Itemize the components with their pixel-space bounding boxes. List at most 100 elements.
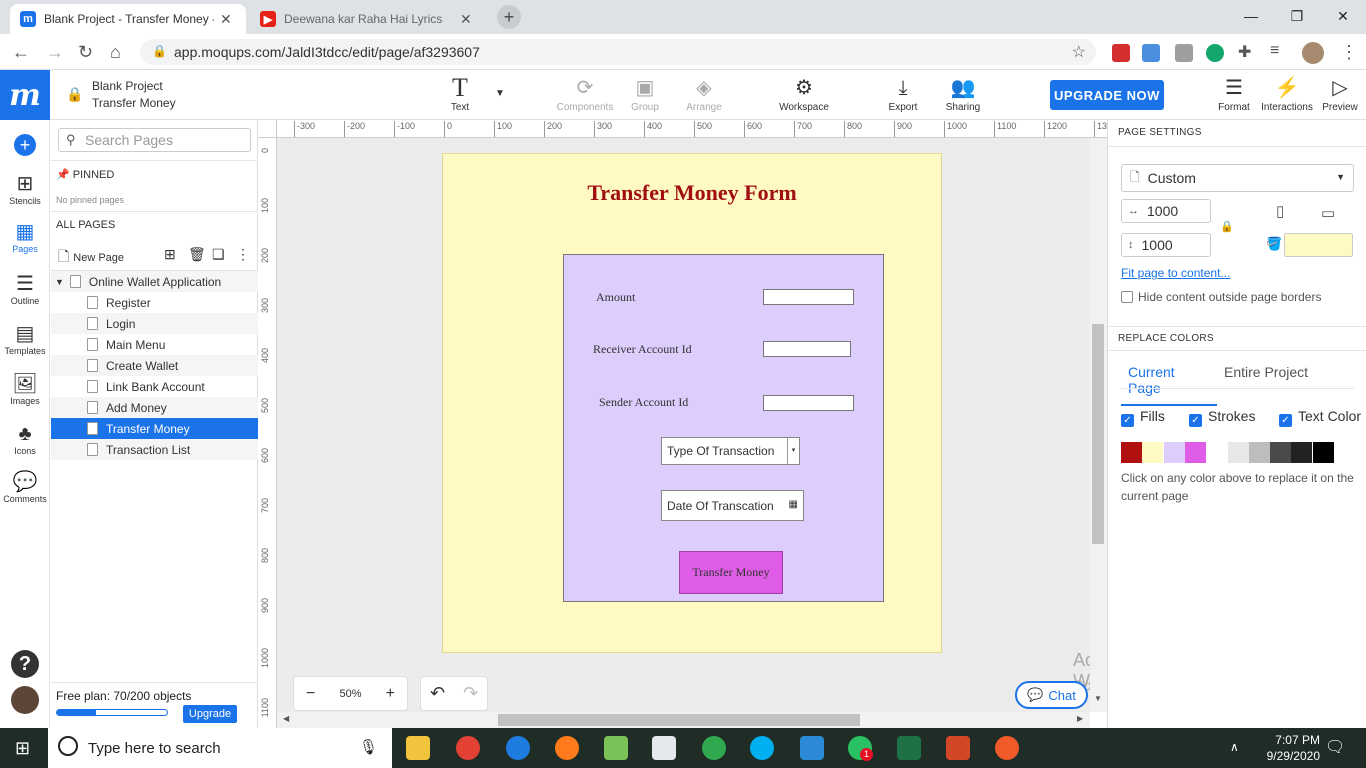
browser-tab-youtube[interactable]: ▶ Deewana kar Raha Hai Lyrics ✕ — [250, 4, 490, 34]
rail-outline[interactable]: ☰ Outline — [0, 272, 50, 306]
extension-new-icon[interactable] — [1142, 44, 1160, 62]
arrange-tool[interactable]: ◈ Arrange — [682, 74, 726, 113]
tab-entire-project[interactable]: Entire Project — [1224, 364, 1308, 380]
edge-icon[interactable] — [506, 736, 530, 760]
powerpoint-icon[interactable] — [946, 736, 970, 760]
lock-ratio-icon[interactable]: 🔒 — [1220, 220, 1234, 233]
page-width-input[interactable]: ↔ 1000 — [1121, 199, 1211, 223]
reload-icon[interactable]: ↻ — [78, 42, 93, 63]
url-field[interactable]: 🔒 app.moqups.com/JaldI3tdcc/edit/page/af… — [140, 39, 1096, 65]
page-height-input[interactable]: ↕ 1000 — [1121, 233, 1211, 257]
chrome-icon[interactable] — [456, 736, 480, 760]
page-item-transfer-money[interactable]: Transfer Money — [51, 418, 258, 439]
media-queue-icon[interactable]: ≡ — [1270, 42, 1279, 60]
page-color-swatch[interactable] — [1284, 233, 1353, 257]
dropdown-arrow-icon[interactable]: ▾ — [787, 438, 799, 464]
scroll-left-icon[interactable]: ◀ — [283, 714, 289, 723]
rail-icons[interactable]: ♣ Icons — [0, 422, 50, 456]
profile-avatar[interactable] — [1302, 42, 1324, 64]
duplicate-icon[interactable]: ❏ — [212, 246, 225, 263]
maximize-icon[interactable]: ❐ — [1274, 0, 1320, 32]
skype-icon[interactable] — [750, 736, 774, 760]
page-item-link-bank-account[interactable]: Link Bank Account — [51, 376, 258, 397]
color-swatch[interactable] — [1184, 442, 1206, 463]
vertical-scrollbar[interactable]: ▼ — [1090, 138, 1107, 712]
form-container[interactable]: Amount Receiver Account Id Sender Accoun… — [563, 254, 884, 602]
color-swatch[interactable] — [1142, 442, 1164, 463]
zoom-out-icon[interactable]: − — [294, 685, 327, 703]
extension-icon[interactable] — [1112, 44, 1130, 62]
chat-button[interactable]: 💬 Chat — [1015, 681, 1088, 709]
landscape-icon[interactable]: ▭ — [1321, 204, 1335, 222]
project-lock-icon[interactable]: 🔒 — [66, 86, 83, 103]
scroll-right-icon[interactable]: ▶ — [1077, 714, 1083, 723]
app-icon[interactable] — [995, 736, 1019, 760]
close-window-icon[interactable]: ✕ — [1320, 0, 1366, 32]
sender-account-field[interactable] — [763, 395, 854, 411]
taskbar-search[interactable]: Type here to search 🎙 — [48, 728, 392, 768]
upgrade-now-button[interactable]: UPGRADE NOW — [1050, 80, 1164, 110]
forward-icon[interactable]: → — [46, 42, 64, 63]
grammarly-icon[interactable] — [1206, 44, 1224, 62]
notifications-icon[interactable]: 🗨 — [1325, 737, 1345, 757]
user-avatar[interactable] — [11, 686, 39, 714]
horizontal-scroll-thumb[interactable] — [498, 714, 860, 726]
close-tab-icon[interactable]: ✕ — [460, 11, 472, 28]
workspace-tool[interactable]: ⚙ Workspace — [776, 74, 832, 113]
page-item-register[interactable]: Register — [51, 292, 258, 313]
sharing-tool[interactable]: 👥 Sharing — [942, 74, 984, 113]
format-tool[interactable]: ☰ Format — [1214, 74, 1254, 113]
excel-icon[interactable] — [897, 736, 921, 760]
android-studio-icon[interactable] — [604, 736, 628, 760]
tray-chevron-icon[interactable]: ∧ — [1230, 740, 1239, 754]
zoom-in-icon[interactable]: + — [374, 685, 407, 703]
interactions-tool[interactable]: ⚡ Interactions — [1258, 74, 1316, 113]
trash-icon[interactable]: 🗑 — [188, 246, 206, 263]
transaction-type-select[interactable]: Type Of Transaction ▾ — [661, 437, 800, 465]
amount-label[interactable]: Amount — [596, 290, 635, 305]
add-icon[interactable]: + — [14, 134, 36, 156]
chrome-menu-icon[interactable]: ⋮ — [1340, 42, 1358, 63]
minimize-icon[interactable]: — — [1228, 0, 1274, 32]
page-item-login[interactable]: Login — [51, 313, 258, 334]
new-page-button[interactable]: 🗋 New Page — [58, 246, 124, 270]
rail-stencils[interactable]: ⊞ Stencils — [0, 172, 50, 206]
transaction-date-field[interactable]: Date Of Transcation ▦ — [661, 490, 804, 521]
page-item-main-menu[interactable]: Main Menu — [51, 334, 258, 355]
new-folder-icon[interactable]: ⊞ — [164, 246, 176, 263]
export-tool[interactable]: ⤓ Export — [884, 74, 922, 113]
close-tab-icon[interactable]: ✕ — [220, 11, 232, 28]
vscode-icon[interactable] — [800, 736, 824, 760]
firefox-icon[interactable] — [555, 736, 579, 760]
horizontal-scrollbar[interactable]: ◀ ▶ — [277, 712, 1090, 728]
page-item-create-wallet[interactable]: Create Wallet — [51, 355, 258, 376]
portrait-icon[interactable]: ▯ — [1276, 202, 1284, 220]
undo-icon[interactable]: ↶ — [421, 683, 454, 704]
hide-outside-checkbox[interactable]: Hide content outside page borders — [1121, 290, 1321, 304]
chart-app-icon[interactable] — [652, 736, 676, 760]
components-tool[interactable]: ⟳ Components — [553, 74, 617, 113]
sender-account-label[interactable]: Sender Account Id — [599, 395, 688, 410]
windows-start-icon[interactable]: ⊞ — [15, 738, 30, 759]
color-swatch[interactable] — [1291, 442, 1313, 463]
project-breadcrumb[interactable]: Blank Project Transfer Money — [92, 78, 176, 112]
zoom-level[interactable]: 50% — [327, 688, 373, 700]
extension-icon[interactable] — [1175, 44, 1193, 62]
vertical-scroll-thumb[interactable] — [1092, 324, 1104, 544]
rail-pages[interactable]: ▦ Pages — [0, 220, 50, 254]
rail-images[interactable]: 🖼 Images — [0, 372, 50, 406]
file-explorer-icon[interactable] — [406, 736, 430, 760]
search-pages-input[interactable]: ⚲ Search Pages — [58, 128, 251, 152]
rail-templates[interactable]: ▤ Templates — [0, 322, 50, 356]
fills-checkbox[interactable]: ✓ Fills — [1121, 408, 1165, 427]
color-swatch[interactable] — [1121, 442, 1142, 463]
fit-page-link[interactable]: Fit page to content... — [1121, 266, 1230, 280]
scroll-down-icon[interactable]: ▼ — [1094, 694, 1102, 703]
transfer-money-button[interactable]: Transfer Money — [679, 551, 783, 594]
text-tool[interactable]: T Text — [446, 74, 474, 114]
page-size-select[interactable]: 🗋 Custom ▼ — [1121, 164, 1354, 192]
page-item-add-money[interactable]: Add Money — [51, 397, 258, 418]
text-color-checkbox[interactable]: ✓ Text Color — [1279, 408, 1361, 427]
preview-tool[interactable]: ▷ Preview — [1320, 74, 1360, 113]
back-icon[interactable]: ← — [12, 42, 30, 63]
